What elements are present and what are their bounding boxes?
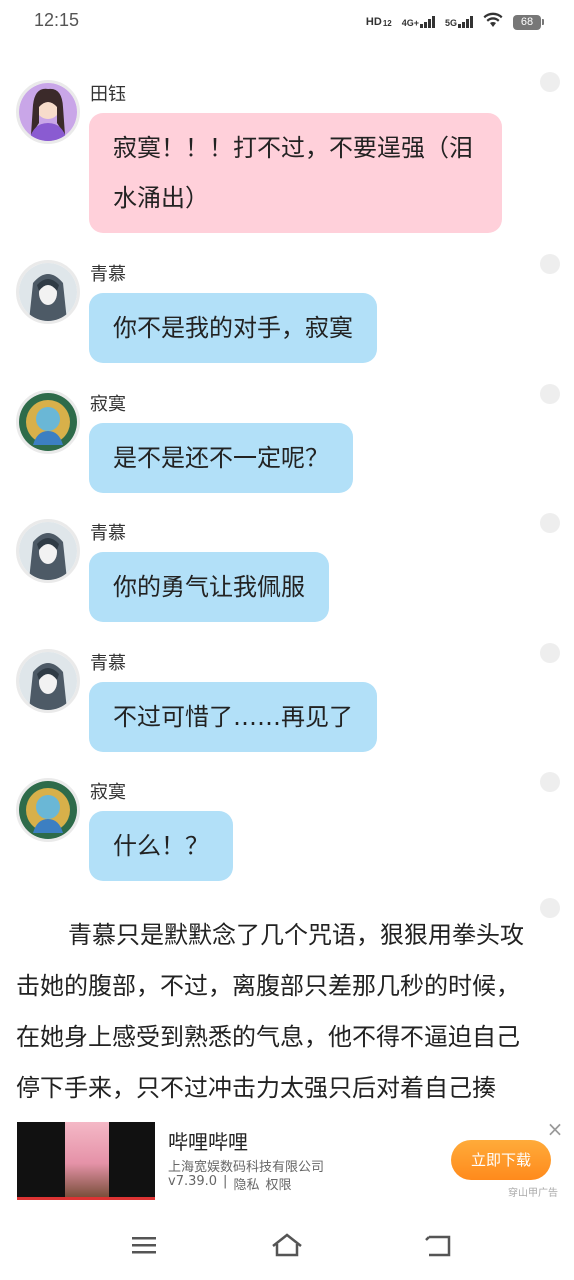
narration-indicator-dot xyxy=(540,898,560,918)
message-text: 你的勇气让我佩服 xyxy=(113,573,305,601)
message-bubble[interactable]: 是不是还不一定呢？ xyxy=(89,423,353,493)
message-bubble[interactable]: 不过可惜了……再见了 xyxy=(89,682,377,752)
message-text: 是不是还不一定呢？ xyxy=(113,444,329,472)
ad-meta: v7.39.0 | 隐私 权限 xyxy=(168,1174,291,1193)
close-icon[interactable]: × xyxy=(544,1118,566,1140)
signal-5g-icon: 5G xyxy=(445,16,473,28)
ad-banner[interactable]: 哔哩哔哩 上海宽娱数码科技有限公司 v7.39.0 | 隐私 权限 立即下载 ×… xyxy=(0,1118,574,1208)
purple-girl-avatar[interactable] xyxy=(16,80,80,144)
sender-name: 寂寞 xyxy=(90,394,126,415)
message-indicator-dot xyxy=(540,513,560,533)
navigation-bar xyxy=(0,1218,574,1280)
ad-privacy-link[interactable]: 隐私 xyxy=(233,1174,259,1193)
ad-company: 上海宽娱数码科技有限公司 xyxy=(168,1160,325,1175)
sender-name: 青慕 xyxy=(90,523,126,544)
status-bar: 12:15 HD 12 4G+ 5G 68 xyxy=(0,0,574,44)
message-indicator-dot xyxy=(540,72,560,92)
status-icons: HD 12 4G+ 5G 68 xyxy=(366,12,544,32)
back-icon[interactable] xyxy=(421,1230,457,1260)
message-bubble[interactable]: 你的勇气让我佩服 xyxy=(89,552,329,622)
ad-source: 穿山甲广告 xyxy=(508,1188,558,1199)
narration-text: 青慕只是默默念了几个咒语，狠狠用拳头攻击她的腹部，不过，离腹部只差那几秒的时候，… xyxy=(16,921,524,1102)
menu-icon[interactable] xyxy=(126,1230,162,1260)
home-icon[interactable] xyxy=(269,1230,305,1260)
signal-4g-icon: 4G+ xyxy=(402,16,435,28)
qingmu-avatar[interactable] xyxy=(16,260,80,324)
message-indicator-dot xyxy=(540,254,560,274)
message-text: 不过可惜了……再见了 xyxy=(113,703,353,731)
jimo-avatar[interactable] xyxy=(16,390,80,454)
ad-title: 哔哩哔哩 xyxy=(168,1130,248,1154)
ad-permissions-link[interactable]: 权限 xyxy=(265,1174,291,1193)
message-bubble[interactable]: 寂寞！！！打不过，不要逞强（泪水涌出） xyxy=(89,113,502,233)
sender-name: 田钰 xyxy=(90,84,126,105)
message-bubble[interactable]: 你不是我的对手，寂寞 xyxy=(89,293,377,363)
message-bubble[interactable]: 什么！？ xyxy=(89,811,233,881)
ad-separator: | xyxy=(223,1174,228,1189)
jimo-avatar[interactable] xyxy=(16,778,80,842)
sender-name: 青慕 xyxy=(90,264,126,285)
qingmu-avatar[interactable] xyxy=(16,649,80,713)
sender-name: 寂寞 xyxy=(90,782,126,803)
message-text: 寂寞！！！打不过，不要逞强（泪水涌出） xyxy=(113,134,473,212)
message-indicator-dot xyxy=(540,772,560,792)
message-indicator-dot xyxy=(540,643,560,663)
hd-icon: HD 12 xyxy=(365,16,392,28)
download-button[interactable]: 立即下载 xyxy=(451,1140,551,1180)
ad-version: v7.39.0 xyxy=(168,1174,218,1189)
battery-icon: 68 xyxy=(513,14,544,30)
message-text: 你不是我的对手，寂寞 xyxy=(113,314,353,342)
message-indicator-dot xyxy=(540,384,560,404)
ad-thumbnail[interactable] xyxy=(17,1122,155,1200)
message-text: 什么！？ xyxy=(113,832,209,860)
qingmu-avatar[interactable] xyxy=(16,519,80,583)
sender-name: 青慕 xyxy=(90,653,126,674)
status-time: 12:15 xyxy=(34,10,80,30)
wifi-icon xyxy=(483,12,503,32)
